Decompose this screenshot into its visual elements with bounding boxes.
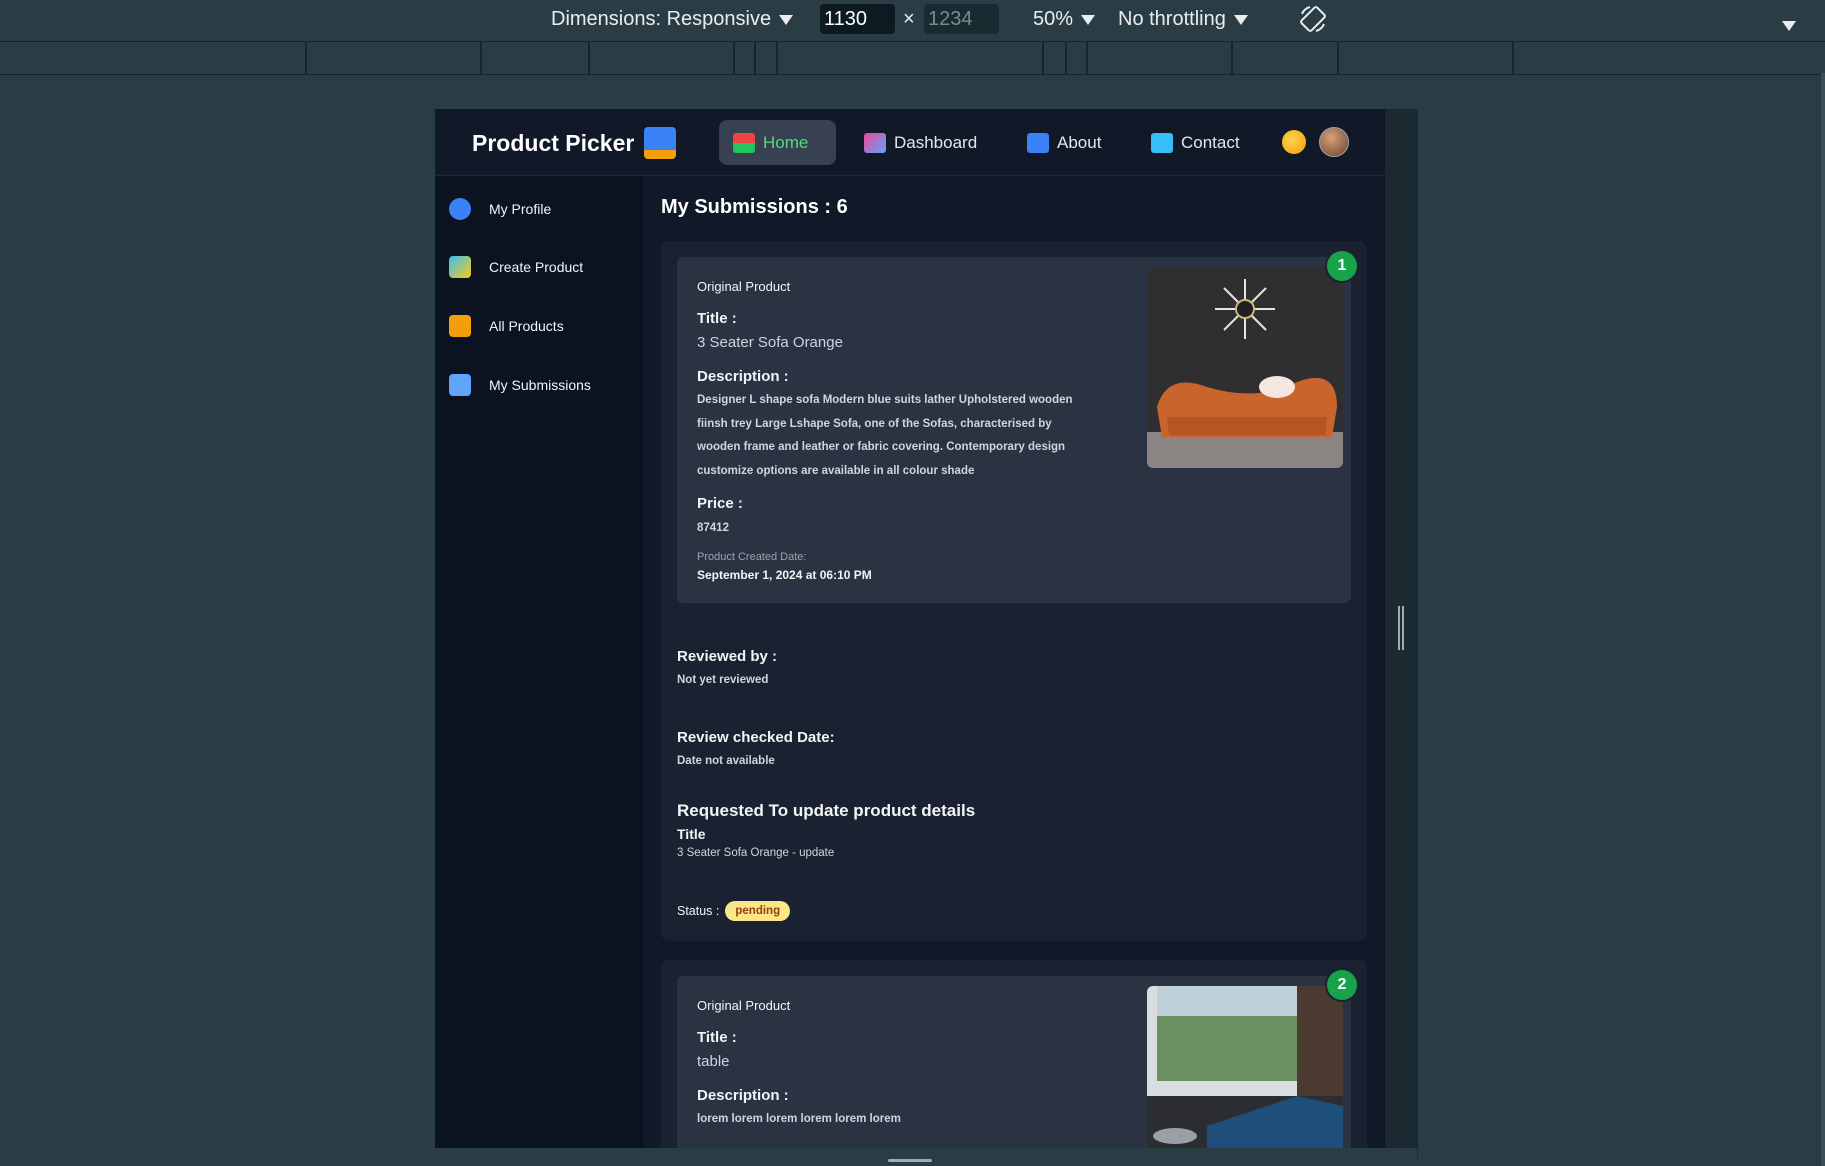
zoom-dropdown[interactable]: 50% (1033, 8, 1096, 31)
sidebar: My Profile Create Product All Products M… (435, 176, 644, 1159)
chevron-down-icon (1233, 14, 1248, 25)
about-icon (1027, 132, 1049, 153)
dimensions-label: Dimensions: Responsive (551, 8, 772, 30)
product-image-sofa (1147, 267, 1343, 468)
reviewed-by-label: Reviewed by : (677, 648, 778, 665)
contact-icon (1151, 132, 1173, 153)
sidebar-item-label: All Products (489, 318, 564, 334)
nav-home[interactable]: Home (719, 120, 836, 165)
status-badge: pending (725, 901, 791, 921)
devtools-scrollbar[interactable] (1821, 73, 1825, 1166)
create-icon (449, 256, 471, 278)
nav-contact[interactable]: Contact (1137, 120, 1254, 165)
submission-card: Original Product Title : table Descripti… (661, 960, 1367, 1159)
original-product-label: Original Product (697, 998, 791, 1013)
review-date-value: Date not available (677, 755, 775, 767)
viewport-bottom-strip (435, 1148, 1417, 1166)
main-content: My Submissions : 6 Original Product Titl… (643, 176, 1385, 1159)
brand[interactable]: Product Picker (472, 127, 677, 159)
more-options-chevron-icon[interactable] (1782, 14, 1796, 37)
status-label: Status : (677, 904, 720, 918)
product-description: lorem lorem lorem lorem lorem lorem (697, 1113, 901, 1125)
brand-logo-icon (644, 127, 677, 159)
nav-about[interactable]: About (1013, 120, 1115, 165)
home-icon (733, 132, 755, 153)
requested-update-heading: Requested To update product details (677, 801, 976, 820)
price-label: Price : (697, 495, 743, 512)
requested-field-value: 3 Seater Sofa Orange - update (677, 847, 835, 859)
submission-number-badge: 2 (1325, 968, 1359, 1002)
throttling-label: No throttling (1118, 8, 1226, 30)
throttling-dropdown[interactable]: No throttling (1118, 8, 1248, 31)
requested-field-label: Title (677, 826, 706, 842)
user-avatar[interactable] (1319, 127, 1349, 157)
theme-sun-icon[interactable] (1282, 130, 1306, 154)
sidebar-item-label: My Profile (489, 201, 552, 217)
sidebar-item-my-submissions[interactable]: My Submissions (449, 374, 591, 396)
description-label: Description : (697, 368, 789, 385)
reviewed-by-value: Not yet reviewed (677, 674, 769, 686)
width-input[interactable]: 1130 (820, 4, 895, 34)
emulated-viewport: Product Picker Home Dashboard About Cont… (435, 109, 1385, 1159)
product-title: 3 Seater Sofa Orange (697, 334, 843, 351)
dashboard-icon (864, 132, 886, 153)
description-label: Description : (697, 1087, 789, 1104)
top-navbar: Product Picker Home Dashboard About Cont… (435, 109, 1385, 176)
original-product-card: Original Product Title : table Descripti… (677, 976, 1351, 1159)
sidebar-item-my-profile[interactable]: My Profile (449, 198, 551, 220)
devtools-toolbar: Dimensions: Responsive 1130 × 1234 50% N… (0, 0, 1825, 41)
media-query-ruler[interactable] (0, 41, 1825, 75)
times-sign: × (903, 8, 915, 30)
profile-icon (449, 198, 471, 220)
product-price: 87412 (697, 522, 729, 534)
products-icon (449, 315, 471, 337)
product-description: Designer L shape sofa Modern blue suits … (697, 394, 1073, 477)
nav-dashboard-label: Dashboard (894, 132, 978, 152)
rotate-icon[interactable] (1298, 4, 1328, 40)
original-product-card: Original Product Title : 3 Seater Sofa O… (677, 257, 1351, 603)
nav-dashboard[interactable]: Dashboard (850, 120, 991, 165)
zoom-label: 50% (1033, 8, 1074, 30)
sidebar-item-all-products[interactable]: All Products (449, 315, 564, 337)
sidebar-item-create-product[interactable]: Create Product (449, 256, 583, 278)
nav-home-label: Home (763, 132, 809, 152)
height-input[interactable]: 1234 (924, 4, 999, 34)
product-image-sectional (1147, 986, 1343, 1159)
sidebar-item-label: My Submissions (489, 377, 591, 393)
created-date-label: Product Created Date: (697, 551, 807, 563)
resize-handle-right[interactable] (1398, 606, 1404, 650)
dimensions-dropdown[interactable]: Dimensions: Responsive (551, 8, 794, 31)
resize-handle-bottom[interactable] (888, 1159, 932, 1162)
submissions-icon (449, 374, 471, 396)
nav-about-label: About (1057, 132, 1102, 152)
submission-card: Original Product Title : 3 Seater Sofa O… (661, 241, 1367, 941)
original-product-label: Original Product (697, 279, 791, 294)
nav-contact-label: Contact (1181, 132, 1240, 152)
brand-name: Product Picker (472, 129, 635, 156)
title-label: Title : (697, 1029, 737, 1046)
chevron-down-icon (1081, 14, 1096, 25)
created-date: September 1, 2024 at 06:10 PM (697, 568, 872, 582)
product-title: table (697, 1053, 730, 1070)
sidebar-item-label: Create Product (489, 259, 584, 275)
submission-number-badge: 1 (1325, 249, 1359, 283)
chevron-down-icon (779, 14, 794, 25)
page-title: My Submissions : 6 (661, 196, 848, 218)
title-label: Title : (697, 310, 737, 327)
review-date-label: Review checked Date: (677, 729, 835, 746)
status-row: Status : pending (677, 901, 791, 921)
